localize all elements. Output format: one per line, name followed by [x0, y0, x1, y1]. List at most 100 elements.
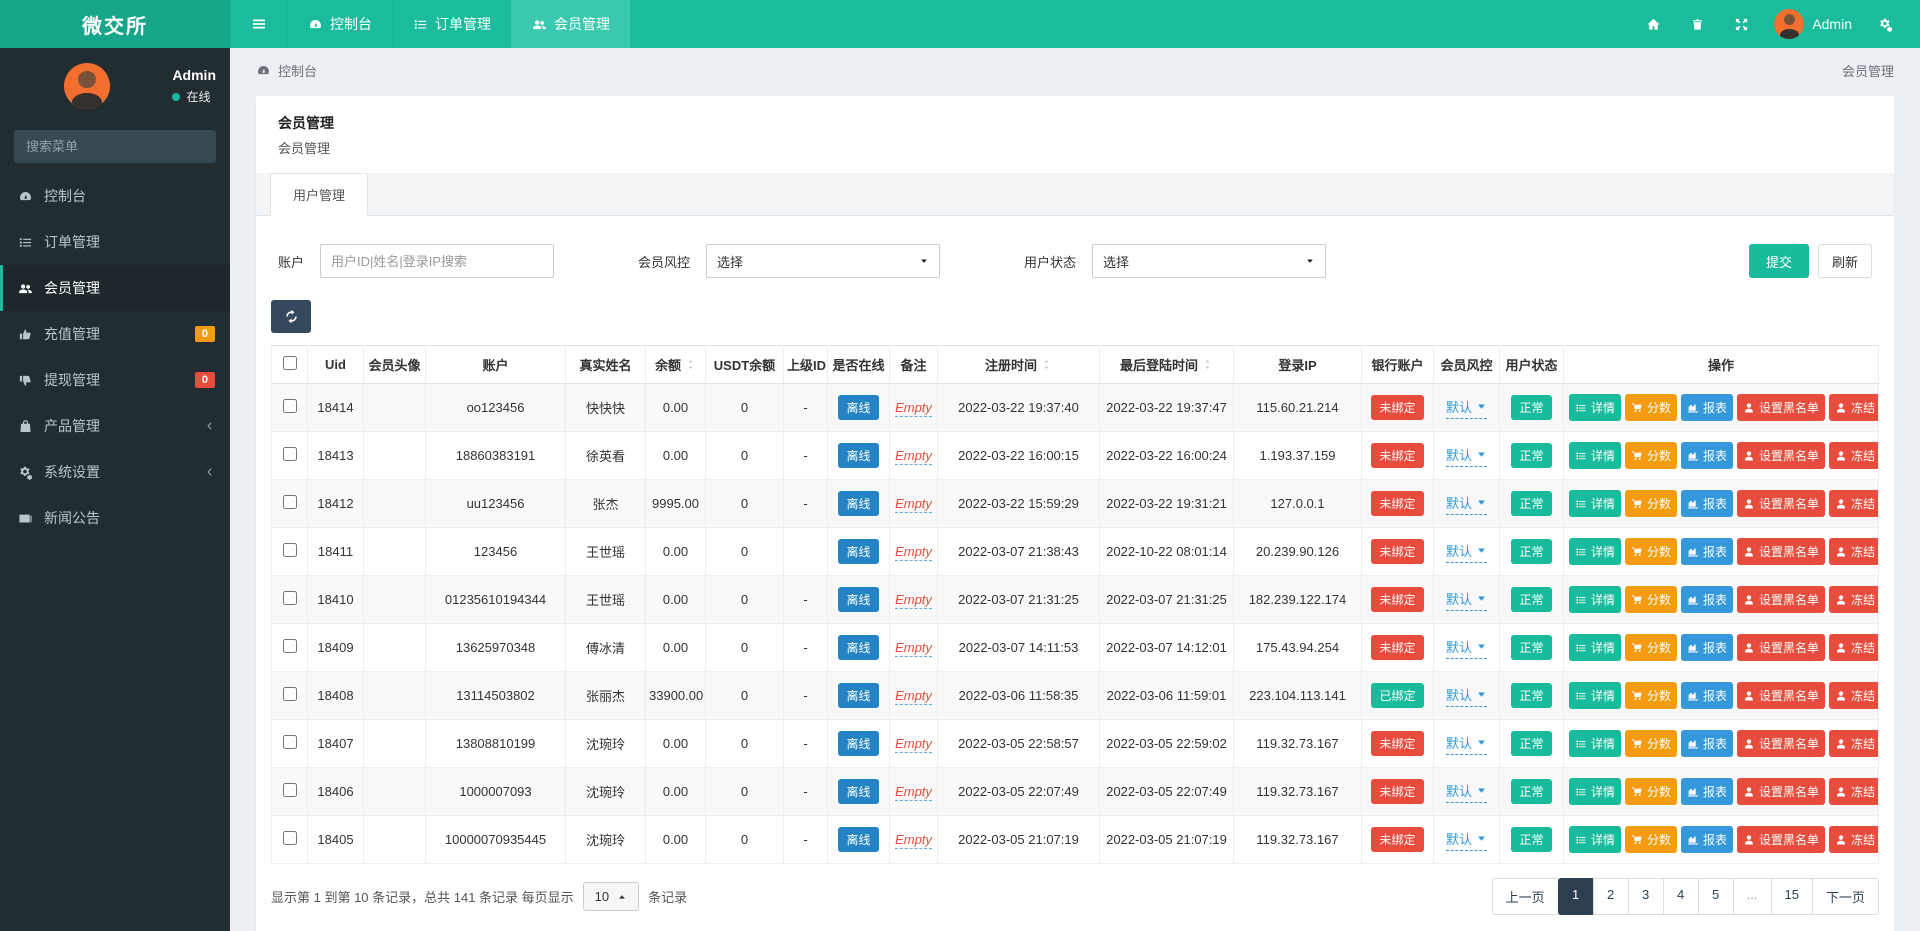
menu-search-input[interactable] [14, 130, 214, 163]
score-button[interactable]: 分数 [1625, 442, 1677, 469]
page-button-15[interactable]: 15 [1771, 878, 1813, 915]
row-checkbox[interactable] [283, 495, 297, 509]
row-checkbox[interactable] [283, 783, 297, 797]
select-all-checkbox[interactable] [283, 356, 297, 370]
report-button[interactable]: 报表 [1681, 730, 1733, 757]
remark-link[interactable]: Empty [895, 640, 932, 657]
remark-link[interactable]: Empty [895, 784, 932, 801]
sidebar-item-orders[interactable]: 订单管理 [0, 219, 230, 265]
blacklist-button[interactable]: 设置黑名单 [1737, 442, 1825, 469]
sidebar-item-dashboard[interactable]: 控制台 [0, 173, 230, 219]
row-checkbox[interactable] [283, 447, 297, 461]
risk-dropdown-link[interactable]: 默认 [1446, 637, 1487, 659]
fullscreen-button[interactable] [1720, 0, 1762, 48]
report-button[interactable]: 报表 [1681, 490, 1733, 517]
detail-button[interactable]: 详情 [1569, 538, 1621, 565]
detail-button[interactable]: 详情 [1569, 634, 1621, 661]
freeze-button[interactable]: 冻结 [1829, 778, 1878, 805]
row-checkbox[interactable] [283, 399, 297, 413]
remark-link[interactable]: Empty [895, 544, 932, 561]
risk-dropdown-link[interactable]: 默认 [1446, 541, 1487, 563]
account-search-input[interactable] [320, 244, 554, 278]
report-button[interactable]: 报表 [1681, 586, 1733, 613]
freeze-button[interactable]: 冻结 [1829, 730, 1878, 757]
page-button-5[interactable]: 5 [1698, 878, 1734, 915]
report-button[interactable]: 报表 [1681, 826, 1733, 853]
freeze-button[interactable]: 冻结 [1829, 586, 1878, 613]
remark-link[interactable]: Empty [895, 496, 932, 513]
risk-dropdown-link[interactable]: 默认 [1446, 781, 1487, 803]
score-button[interactable]: 分数 [1625, 586, 1677, 613]
detail-button[interactable]: 详情 [1569, 586, 1621, 613]
sidebar-toggle-button[interactable] [230, 0, 287, 48]
row-checkbox[interactable] [283, 639, 297, 653]
blacklist-button[interactable]: 设置黑名单 [1737, 682, 1825, 709]
tab-user-management[interactable]: 用户管理 [270, 173, 368, 216]
sort-last-login[interactable]: 最后登陆时间 [1120, 355, 1213, 374]
score-button[interactable]: 分数 [1625, 538, 1677, 565]
risk-dropdown-link[interactable]: 默认 [1446, 589, 1487, 611]
freeze-button[interactable]: 冻结 [1829, 538, 1878, 565]
detail-button[interactable]: 详情 [1569, 394, 1621, 421]
score-button[interactable]: 分数 [1625, 778, 1677, 805]
prev-page-button[interactable]: 上一页 [1492, 878, 1559, 915]
remark-link[interactable]: Empty [895, 448, 932, 465]
page-button-1[interactable]: 1 [1558, 878, 1594, 915]
sidebar-item-news[interactable]: 新闻公告 [0, 495, 230, 541]
home-button[interactable] [1632, 0, 1674, 48]
blacklist-button[interactable]: 设置黑名单 [1737, 826, 1825, 853]
app-logo[interactable]: 微交所 [0, 0, 230, 48]
settings-button[interactable] [1864, 0, 1906, 48]
report-button[interactable]: 报表 [1681, 634, 1733, 661]
page-button-2[interactable]: 2 [1593, 878, 1629, 915]
blacklist-button[interactable]: 设置黑名单 [1737, 778, 1825, 805]
page-button-3[interactable]: 3 [1628, 878, 1664, 915]
detail-button[interactable]: 详情 [1569, 490, 1621, 517]
risk-dropdown-link[interactable]: 默认 [1446, 445, 1487, 467]
risk-select[interactable]: 选择 [706, 244, 940, 278]
remark-link[interactable]: Empty [895, 736, 932, 753]
blacklist-button[interactable]: 设置黑名单 [1737, 586, 1825, 613]
nav-item-dashboard[interactable]: 控制台 [287, 0, 392, 48]
row-checkbox[interactable] [283, 735, 297, 749]
sort-balance[interactable]: 余额 [655, 355, 696, 374]
report-button[interactable]: 报表 [1681, 682, 1733, 709]
reload-table-button[interactable] [271, 300, 311, 333]
nav-item-members[interactable]: 会员管理 [511, 0, 630, 48]
detail-button[interactable]: 详情 [1569, 442, 1621, 469]
admin-menu[interactable]: Admin [1764, 9, 1862, 39]
score-button[interactable]: 分数 [1625, 634, 1677, 661]
page-button-4[interactable]: 4 [1663, 878, 1699, 915]
score-button[interactable]: 分数 [1625, 826, 1677, 853]
sidebar-item-products[interactable]: 产品管理 [0, 403, 230, 449]
detail-button[interactable]: 详情 [1569, 730, 1621, 757]
score-button[interactable]: 分数 [1625, 394, 1677, 421]
status-select[interactable]: 选择 [1092, 244, 1326, 278]
report-button[interactable]: 报表 [1681, 538, 1733, 565]
remark-link[interactable]: Empty [895, 832, 932, 849]
remark-link[interactable]: Empty [895, 688, 932, 705]
submit-button[interactable]: 提交 [1749, 244, 1809, 278]
search-button[interactable] [214, 130, 216, 163]
sidebar-item-settings[interactable]: 系统设置 [0, 449, 230, 495]
remark-link[interactable]: Empty [895, 400, 932, 417]
report-button[interactable]: 报表 [1681, 442, 1733, 469]
clear-cache-button[interactable] [1676, 0, 1718, 48]
score-button[interactable]: 分数 [1625, 682, 1677, 709]
freeze-button[interactable]: 冻结 [1829, 682, 1878, 709]
risk-dropdown-link[interactable]: 默认 [1446, 397, 1487, 419]
breadcrumb-left[interactable]: 控制台 [278, 61, 317, 80]
blacklist-button[interactable]: 设置黑名单 [1737, 538, 1825, 565]
row-checkbox[interactable] [283, 591, 297, 605]
refresh-button[interactable]: 刷新 [1818, 244, 1872, 278]
row-checkbox[interactable] [283, 543, 297, 557]
blacklist-button[interactable]: 设置黑名单 [1737, 490, 1825, 517]
nav-item-orders[interactable]: 订单管理 [392, 0, 511, 48]
risk-dropdown-link[interactable]: 默认 [1446, 733, 1487, 755]
score-button[interactable]: 分数 [1625, 490, 1677, 517]
freeze-button[interactable]: 冻结 [1829, 490, 1878, 517]
freeze-button[interactable]: 冻结 [1829, 826, 1878, 853]
row-checkbox[interactable] [283, 687, 297, 701]
detail-button[interactable]: 详情 [1569, 778, 1621, 805]
report-button[interactable]: 报表 [1681, 394, 1733, 421]
